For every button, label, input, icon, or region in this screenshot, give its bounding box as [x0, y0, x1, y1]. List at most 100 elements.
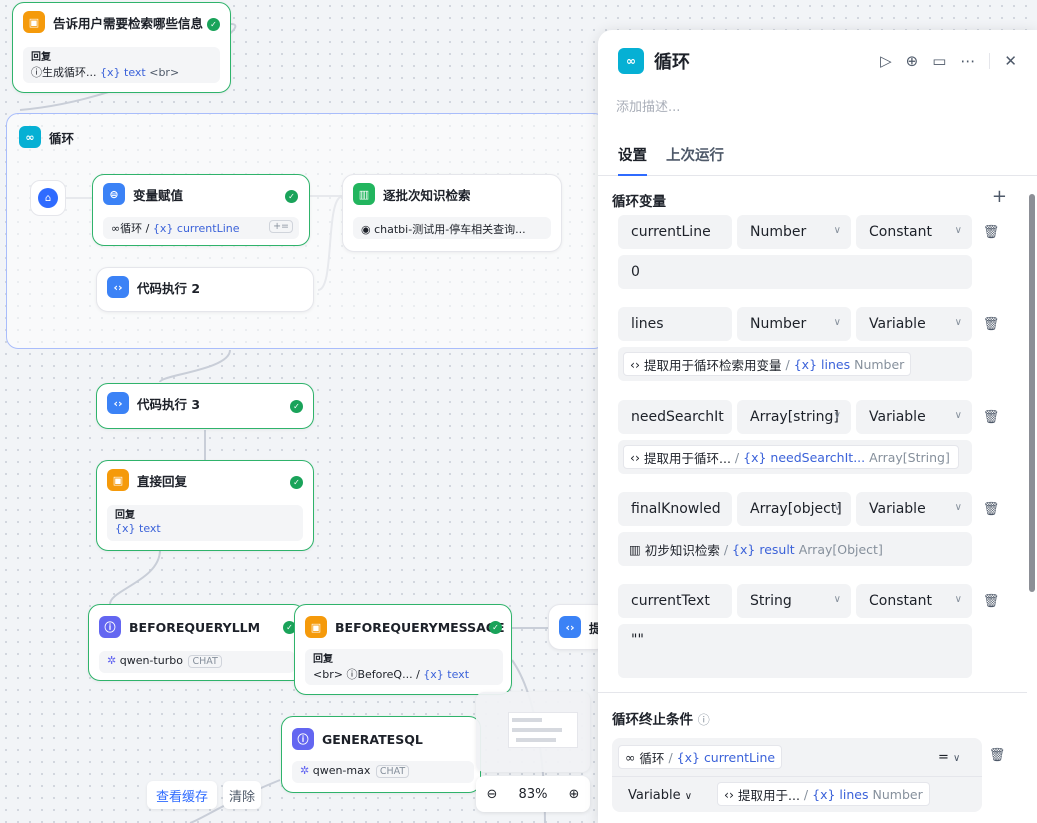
node-assign[interactable]: ⊜ 变量赋值 ✓ ∞循环 / {x} currentLine += — [92, 174, 310, 246]
panel-scrollbar[interactable] — [1027, 180, 1037, 823]
reply-icon: ▣ — [107, 469, 129, 491]
var-type-select[interactable]: Number ∨ — [737, 307, 851, 341]
code-icon: ‹› — [630, 356, 640, 372]
var-value-textarea[interactable]: "" — [618, 624, 972, 678]
var-name-field[interactable]: finalKnowled — [618, 492, 732, 526]
zoom-in-icon[interactable]: ⊕ — [569, 787, 580, 802]
var-ref-chip: ▥ 初步知识检索 / {x} result Array[Object] — [629, 541, 883, 558]
scrollbar-thumb[interactable] — [1029, 194, 1035, 592]
var-mode-select[interactable]: Constant ∨ — [856, 584, 972, 618]
var-mode-select[interactable]: Variable ∨ — [856, 492, 972, 526]
operator-select[interactable]: = ∨ — [938, 750, 960, 765]
node-direct-reply[interactable]: ▣ 直接回复 ✓ 回复 {x} text — [96, 460, 314, 551]
node-kb[interactable]: ▥ 逐批次知识检索 ◉ chatbi-测试用-停车相关查询... — [342, 174, 562, 252]
var-chip: {x} text — [100, 66, 146, 79]
chevron-down-icon: ∨ — [953, 753, 961, 764]
divider — [598, 692, 1027, 693]
node-message-before[interactable]: ▣ BEFOREQUERYMESSAGE ✓ 回复 <br> ⓘBeforeQ..… — [294, 604, 512, 695]
var-name-field[interactable]: currentLine — [618, 215, 732, 249]
condition-left-chip[interactable]: ∞ 循环 / {x} currentLine — [618, 745, 783, 769]
var-type-select[interactable]: Array[object] ∨ — [737, 492, 851, 526]
var-ref-chip: ‹› 提取用于循环... / {x} needSearchIt... Array[Str… — [623, 445, 959, 469]
node-generatesql[interactable]: ⓘ GENERATESQL ✲ qwen-max CHAT — [281, 716, 481, 793]
delete-icon[interactable]: 🗑 — [988, 746, 1006, 764]
chevron-down-icon: ∨ — [954, 317, 962, 328]
assign-icon: ⊜ — [103, 183, 125, 205]
delete-icon[interactable]: 🗑 — [982, 223, 1000, 241]
node-llm-before[interactable]: ⓘ BEFOREQUERYLLM ✓ ✲ qwen-turbo CHAT — [88, 604, 305, 681]
delete-icon[interactable]: 🗑 — [982, 500, 1000, 518]
delete-icon[interactable]: 🗑 — [982, 408, 1000, 426]
delete-icon[interactable]: 🗑 — [982, 315, 1000, 333]
node-sub: 回复 <br> ⓘBeforeQ... / {x} text — [305, 649, 503, 685]
var-name-field[interactable]: needSearchIt — [618, 400, 732, 434]
condition-mode-select[interactable]: Variable ∨ — [628, 788, 692, 803]
check-icon: ✓ — [290, 400, 303, 413]
node-code2[interactable]: ‹› 代码执行 2 — [96, 267, 314, 312]
node-sub: ◉ chatbi-测试用-停车相关查询... — [353, 217, 551, 239]
var-ref-selector[interactable]: ‹› 提取用于循环检索用变量 / {x} lines Number — [618, 347, 972, 381]
var-ref-selector[interactable]: ▥ 初步知识检索 / {x} result Array[Object] — [618, 532, 972, 566]
clear-button[interactable]: 清除 — [223, 781, 261, 809]
chevron-down-icon: ∨ — [833, 502, 841, 513]
add-variable-icon[interactable]: + — [992, 186, 1007, 207]
info-icon: ⓘ — [346, 668, 358, 681]
condition-right-chip[interactable]: ‹› 提取用于... / {x} lines Number — [717, 782, 930, 806]
code-icon: ‹› — [107, 276, 129, 298]
check-icon: ✓ — [207, 18, 220, 31]
var-type-select[interactable]: Number ∨ — [737, 215, 851, 249]
section-stop-condition: 循环终止条件 ⓘ — [612, 712, 710, 728]
var-value-input[interactable]: 0 — [618, 255, 972, 289]
node-code3[interactable]: ‹› 代码执行 3 ✓ — [96, 383, 314, 429]
tab-last-run[interactable]: 上次运行 — [666, 144, 724, 165]
chevron-down-icon: ∨ — [684, 791, 693, 802]
minimap[interactable] — [476, 692, 590, 772]
loop-icon: ∞ — [618, 48, 644, 74]
check-icon: ✓ — [290, 476, 303, 489]
check-icon: ✓ — [489, 621, 502, 634]
book-icon: ▥ — [353, 183, 375, 205]
section-loop-vars: 循环变量 — [612, 194, 666, 210]
var-mode-select[interactable]: Variable ∨ — [856, 307, 972, 341]
node-title: 告诉用户需要检索哪些信息 — [53, 15, 204, 31]
view-cache-button[interactable]: 查看缓存 — [147, 781, 217, 809]
description-input[interactable]: 添加描述... — [616, 96, 680, 115]
locate-icon[interactable]: ⊕ — [906, 52, 919, 70]
var-type-select[interactable]: String ∨ — [737, 584, 851, 618]
db-icon: ◉ — [361, 223, 371, 236]
var-name-field[interactable]: lines — [618, 307, 732, 341]
help-icon: ⓘ — [697, 713, 710, 727]
stop-condition-row: ∞ 循环 / {x} currentLine = ∨ Variable ∨ ‹› 提取用… — [612, 738, 982, 812]
zoom-out-icon[interactable]: ⊖ — [487, 787, 498, 802]
loop-start-node[interactable]: ⌂ — [30, 180, 66, 216]
var-type-select[interactable]: Array[string] ∨ — [737, 400, 851, 434]
book-icon: ▥ — [629, 541, 641, 557]
tab-settings[interactable]: 设置 — [618, 144, 647, 176]
chevron-down-icon: ∨ — [833, 594, 841, 605]
reply-icon: ▣ — [23, 11, 45, 33]
edge — [109, 549, 161, 605]
code-icon: ‹› — [107, 392, 129, 414]
chevron-down-icon: ∨ — [954, 225, 962, 236]
close-icon[interactable]: ✕ — [1004, 52, 1017, 70]
book-icon[interactable]: ▭ — [932, 52, 946, 70]
chevron-down-icon: ∨ — [833, 410, 841, 421]
node-sub: 回复 ⓘ生成循环... {x} text <br> — [23, 47, 220, 83]
loop-icon: ∞ — [19, 126, 41, 148]
var-ref-selector[interactable]: ‹› 提取用于循环... / {x} needSearchIt... Array[Str… — [618, 440, 972, 474]
node-sub: ✲ qwen-turbo CHAT — [99, 651, 295, 673]
edge — [159, 349, 231, 383]
code-icon: ‹› — [724, 786, 734, 802]
var-mode-select[interactable]: Constant ∨ — [856, 215, 972, 249]
model-icon: ✲ — [300, 764, 310, 777]
llm-icon: ⓘ — [292, 728, 314, 750]
node-sub: ✲ qwen-max CHAT — [292, 761, 474, 783]
run-icon[interactable]: ▷ — [880, 52, 892, 70]
check-icon: ✓ — [285, 190, 298, 203]
node-sub: ∞循环 / {x} currentLine += — [103, 217, 299, 239]
var-mode-select[interactable]: Variable ∨ — [856, 400, 972, 434]
more-icon[interactable]: ⋯ — [960, 52, 975, 70]
var-name-field[interactable]: currentText — [618, 584, 732, 618]
node-reply-info[interactable]: ▣ 告诉用户需要检索哪些信息 ✓ 回复 ⓘ生成循环... {x} text <br… — [12, 2, 231, 93]
delete-icon[interactable]: 🗑 — [982, 592, 1000, 610]
